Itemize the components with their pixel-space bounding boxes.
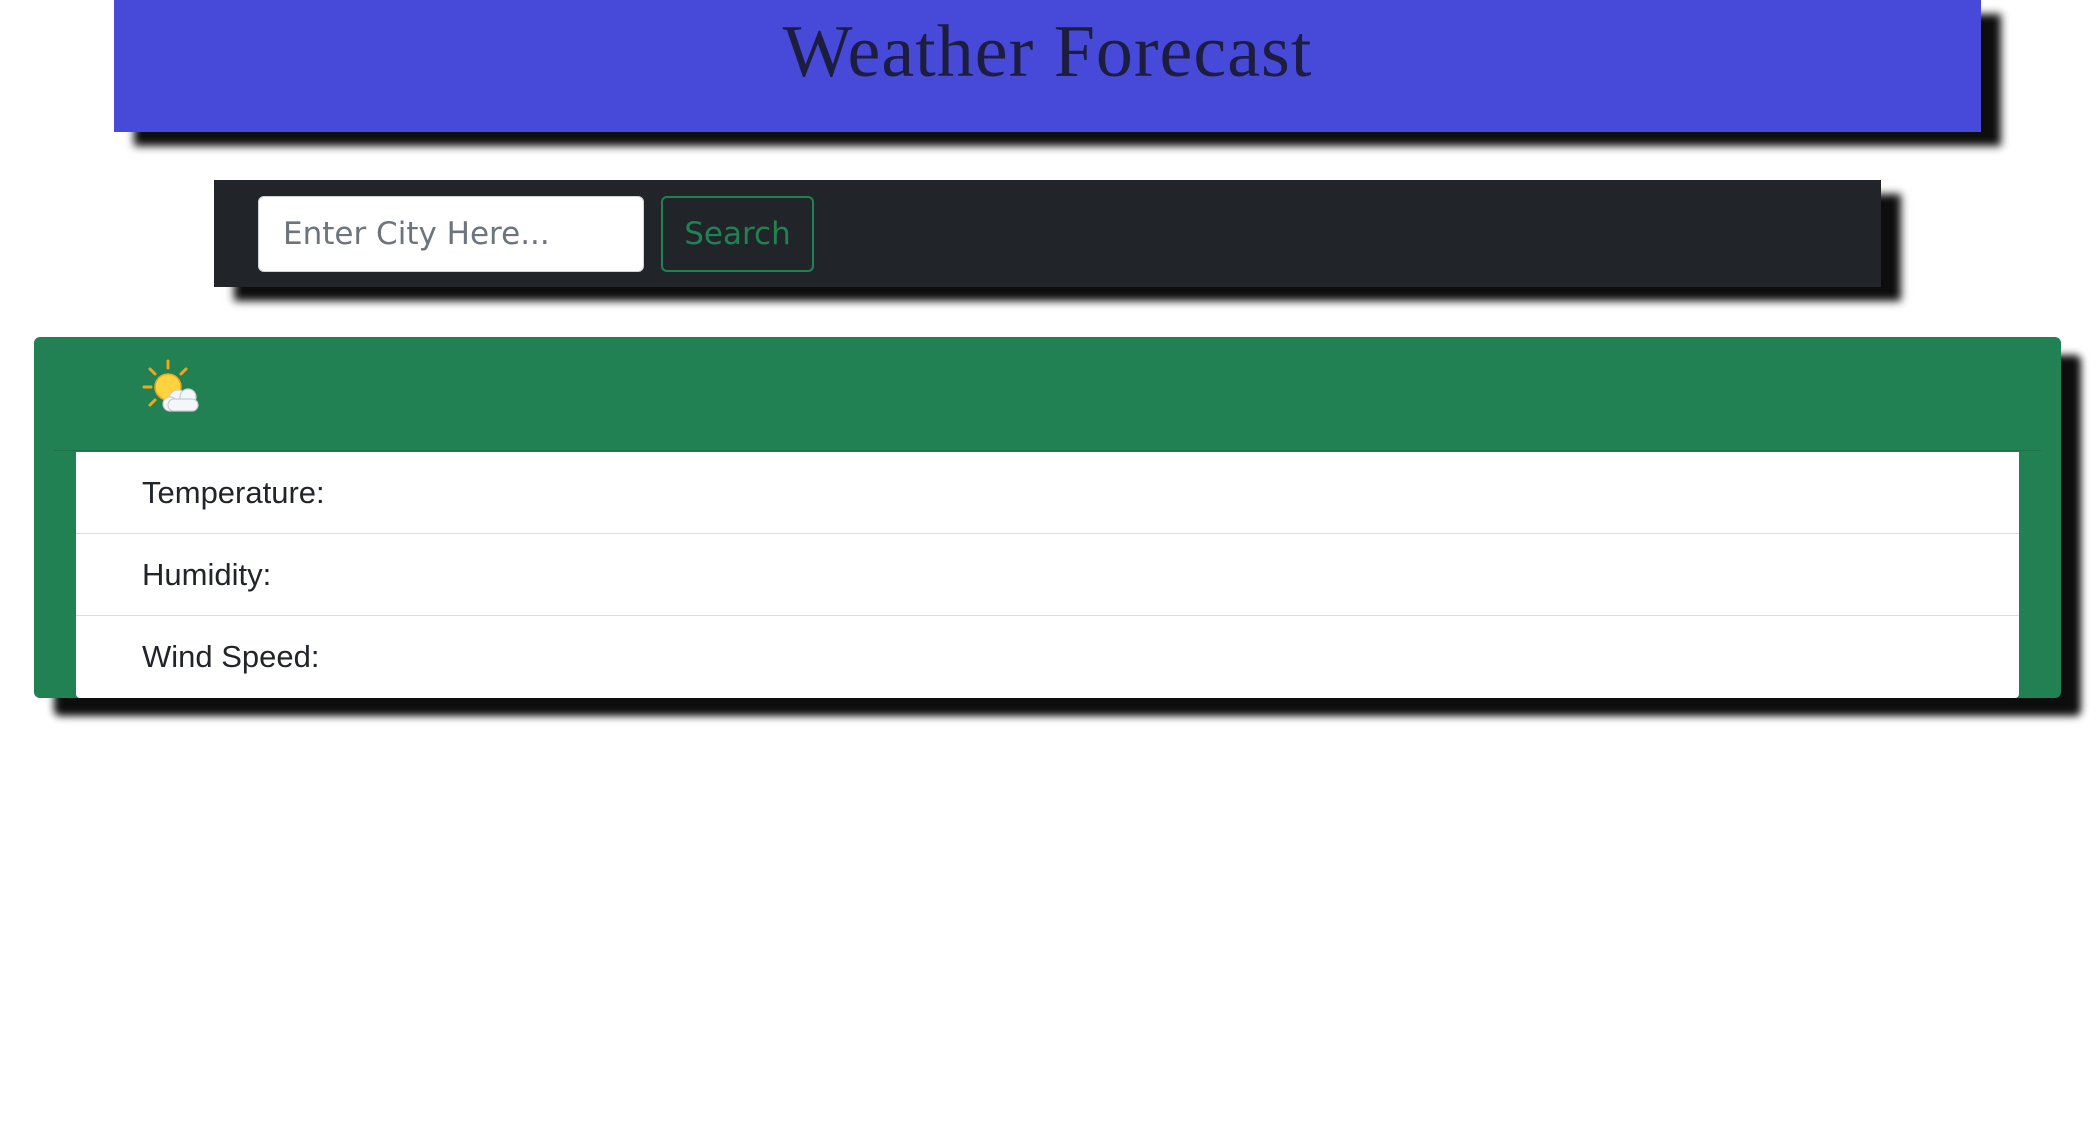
- header-banner: Weather Forecast: [114, 0, 1981, 132]
- wind-speed-item: Wind Speed:: [142, 639, 320, 674]
- sun-behind-cloud-icon-graphic: [142, 359, 199, 412]
- weather-info-list: Temperature: Humidity: Wind Speed:: [76, 452, 2019, 698]
- weather-card-header: [54, 337, 2041, 451]
- search-button[interactable]: Search: [661, 196, 814, 272]
- page-title: Weather Forecast: [782, 11, 1313, 93]
- search-bar: Search: [214, 180, 1881, 287]
- temperature-item: Temperature:: [76, 452, 2019, 534]
- page: Weather Forecast Search: [0, 0, 2098, 1122]
- sun-behind-cloud-icon: [142, 359, 202, 415]
- city-search-input[interactable]: [258, 196, 644, 272]
- humidity-item: Humidity:: [76, 534, 2019, 616]
- weather-card: Temperature: Humidity: Wind Speed:: [34, 337, 2061, 698]
